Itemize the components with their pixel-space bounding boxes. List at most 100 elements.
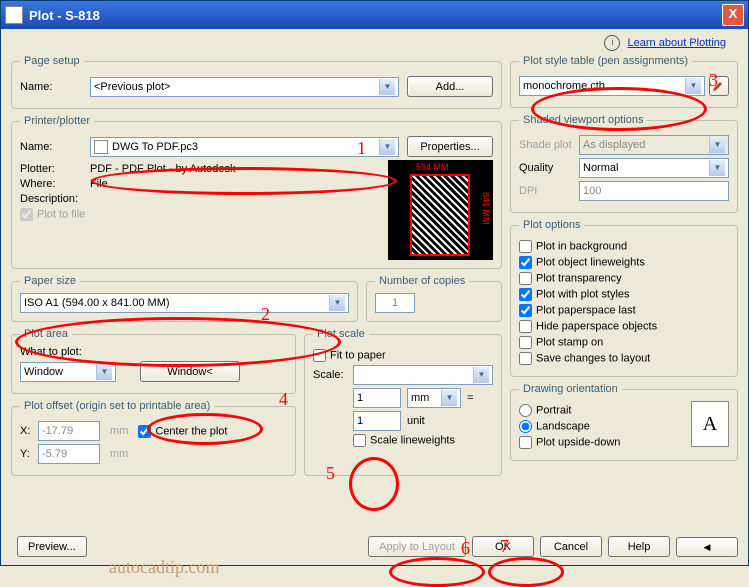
shaded-legend: Shaded viewport options bbox=[519, 114, 647, 126]
window-button[interactable]: Window< bbox=[140, 361, 240, 382]
style-edit-button[interactable] bbox=[709, 76, 729, 96]
offset-legend: Plot offset (origin set to printable are… bbox=[20, 400, 214, 412]
watermark: autocadtip.com bbox=[109, 557, 219, 578]
chevron-down-icon: ▼ bbox=[329, 295, 345, 311]
desc-label: Description: bbox=[20, 193, 90, 205]
apply-layout-button: Apply to Layout bbox=[368, 536, 466, 557]
po-bg[interactable]: Plot in background bbox=[519, 240, 627, 253]
x-label: X: bbox=[20, 425, 38, 437]
ps-name-label: Name: bbox=[20, 81, 90, 93]
shaded-group: Shaded viewport options Shade plot As di… bbox=[510, 114, 738, 213]
portrait-radio[interactable]: Portrait bbox=[519, 404, 571, 417]
quality-value: Normal bbox=[583, 162, 618, 174]
po-legend: Plot options bbox=[519, 219, 584, 231]
plot-options-group: Plot options Plot in background Plot obj… bbox=[510, 219, 738, 377]
offset-group: Plot offset (origin set to printable are… bbox=[11, 400, 296, 476]
pr-name-value: DWG To PDF.pc3 bbox=[112, 141, 198, 153]
scale-den[interactable] bbox=[353, 411, 401, 431]
what-select[interactable]: Window ▼ bbox=[20, 362, 116, 382]
po-hide[interactable]: Hide paperspace objects bbox=[519, 320, 657, 333]
chevron-down-icon: ▼ bbox=[441, 390, 457, 406]
what-value: Window bbox=[24, 366, 63, 378]
ps-name-value: <Previous plot> bbox=[94, 81, 170, 93]
copies-input bbox=[375, 293, 415, 313]
printer-group: Printer/plotter Name: DWG To PDF.pc3 ▼ P… bbox=[11, 115, 502, 269]
preview-button[interactable]: Preview... bbox=[17, 536, 87, 557]
fit-check[interactable]: Fit to paper bbox=[313, 349, 386, 362]
plot-scale-group: Plot scale Fit to paper Scale: ▼ bbox=[304, 328, 502, 476]
what-label: What to plot: bbox=[20, 346, 287, 358]
x-unit: mm bbox=[110, 425, 128, 437]
po-stamp[interactable]: Plot stamp on bbox=[519, 336, 603, 349]
copies-group: Number of copies bbox=[366, 275, 502, 322]
shade-label: Shade plot bbox=[519, 139, 579, 151]
shade-select: As displayed ▼ bbox=[579, 135, 729, 155]
chevron-down-icon: ▼ bbox=[379, 79, 395, 95]
paper-preview: 594 MM 841 MM bbox=[388, 160, 493, 260]
chevron-down-icon: ▼ bbox=[96, 364, 112, 380]
style-value: monochrome.ctb bbox=[523, 80, 605, 92]
help-button[interactable]: Help bbox=[608, 536, 670, 557]
where-value: File bbox=[90, 178, 108, 190]
info-icon: i bbox=[604, 35, 620, 51]
app-icon bbox=[5, 6, 23, 24]
scale-unit: mm bbox=[411, 392, 429, 404]
po-save[interactable]: Save changes to layout bbox=[519, 352, 650, 365]
scale-lw-check[interactable]: Scale lineweights bbox=[353, 434, 455, 447]
paper-select[interactable]: ISO A1 (594.00 x 841.00 MM) ▼ bbox=[20, 293, 349, 313]
paper-legend: Paper size bbox=[20, 275, 80, 287]
plot-area-group: Plot area What to plot: Window ▼ Window< bbox=[11, 328, 296, 394]
chevron-left-icon: ◀ bbox=[704, 542, 711, 552]
page-setup-group: Page setup Name: <Previous plot> ▼ Add..… bbox=[11, 55, 502, 109]
copies-legend: Number of copies bbox=[375, 275, 469, 287]
where-label: Where: bbox=[20, 178, 90, 190]
po-lw[interactable]: Plot object lineweights bbox=[519, 256, 645, 269]
plotter-value: PDF - PDF Plot - by Autodesk bbox=[90, 163, 236, 175]
scale-select[interactable]: ▼ bbox=[353, 365, 493, 385]
add-button[interactable]: Add... bbox=[407, 76, 493, 97]
orient-group: Drawing orientation Portrait Landscape P… bbox=[510, 383, 738, 461]
po-trans[interactable]: Plot transparency bbox=[519, 272, 622, 285]
style-select[interactable]: monochrome.ctb ▼ bbox=[519, 76, 705, 96]
preview-dim-w: 594 MM bbox=[416, 162, 449, 172]
pr-name-label: Name: bbox=[20, 141, 90, 153]
chevron-down-icon: ▼ bbox=[709, 160, 725, 176]
upside-check[interactable]: Plot upside-down bbox=[519, 436, 620, 449]
pencil-icon bbox=[713, 79, 725, 91]
expand-button[interactable]: ◀ bbox=[676, 537, 738, 557]
chevron-down-icon: ▼ bbox=[709, 137, 725, 153]
quality-label: Quality bbox=[519, 162, 579, 174]
quality-select[interactable]: Normal ▼ bbox=[579, 158, 729, 178]
center-check[interactable]: Center the plot bbox=[138, 425, 227, 438]
preview-dim-h: 841 MM bbox=[481, 192, 491, 225]
cancel-button[interactable]: Cancel bbox=[540, 536, 602, 557]
paper-size-group: Paper size ISO A1 (594.00 x 841.00 MM) ▼ bbox=[11, 275, 358, 322]
scale-unit-select[interactable]: mm ▼ bbox=[407, 388, 461, 408]
landscape-radio[interactable]: Landscape bbox=[519, 420, 590, 433]
x-input bbox=[38, 421, 100, 441]
y-input bbox=[38, 444, 100, 464]
window-title: Plot - S-818 bbox=[29, 8, 722, 23]
chevron-down-icon: ▼ bbox=[685, 78, 701, 94]
printer-legend: Printer/plotter bbox=[20, 115, 94, 127]
po-styles[interactable]: Plot with plot styles bbox=[519, 288, 630, 301]
ps-name-select[interactable]: <Previous plot> ▼ bbox=[90, 77, 399, 97]
pr-name-select[interactable]: DWG To PDF.pc3 ▼ bbox=[90, 137, 399, 157]
scale-legend: Plot scale bbox=[313, 328, 369, 340]
orient-icon: A bbox=[691, 401, 729, 447]
orient-legend: Drawing orientation bbox=[519, 383, 622, 395]
page-setup-legend: Page setup bbox=[20, 55, 84, 67]
close-button[interactable]: X bbox=[722, 4, 744, 26]
properties-button[interactable]: Properties... bbox=[407, 136, 493, 157]
style-legend: Plot style table (pen assignments) bbox=[519, 55, 692, 67]
dpi-input bbox=[579, 181, 729, 201]
ok-button[interactable]: OK bbox=[472, 536, 534, 557]
titlebar: Plot - S-818 X bbox=[1, 1, 748, 29]
y-unit: mm bbox=[110, 448, 128, 460]
chevron-down-icon: ▼ bbox=[473, 367, 489, 383]
style-table-group: Plot style table (pen assignments) monoc… bbox=[510, 55, 738, 108]
po-pspace[interactable]: Plot paperspace last bbox=[519, 304, 636, 317]
plot-area-legend: Plot area bbox=[20, 328, 72, 340]
scale-num[interactable] bbox=[353, 388, 401, 408]
learn-link[interactable]: Learn about Plotting bbox=[628, 37, 726, 49]
